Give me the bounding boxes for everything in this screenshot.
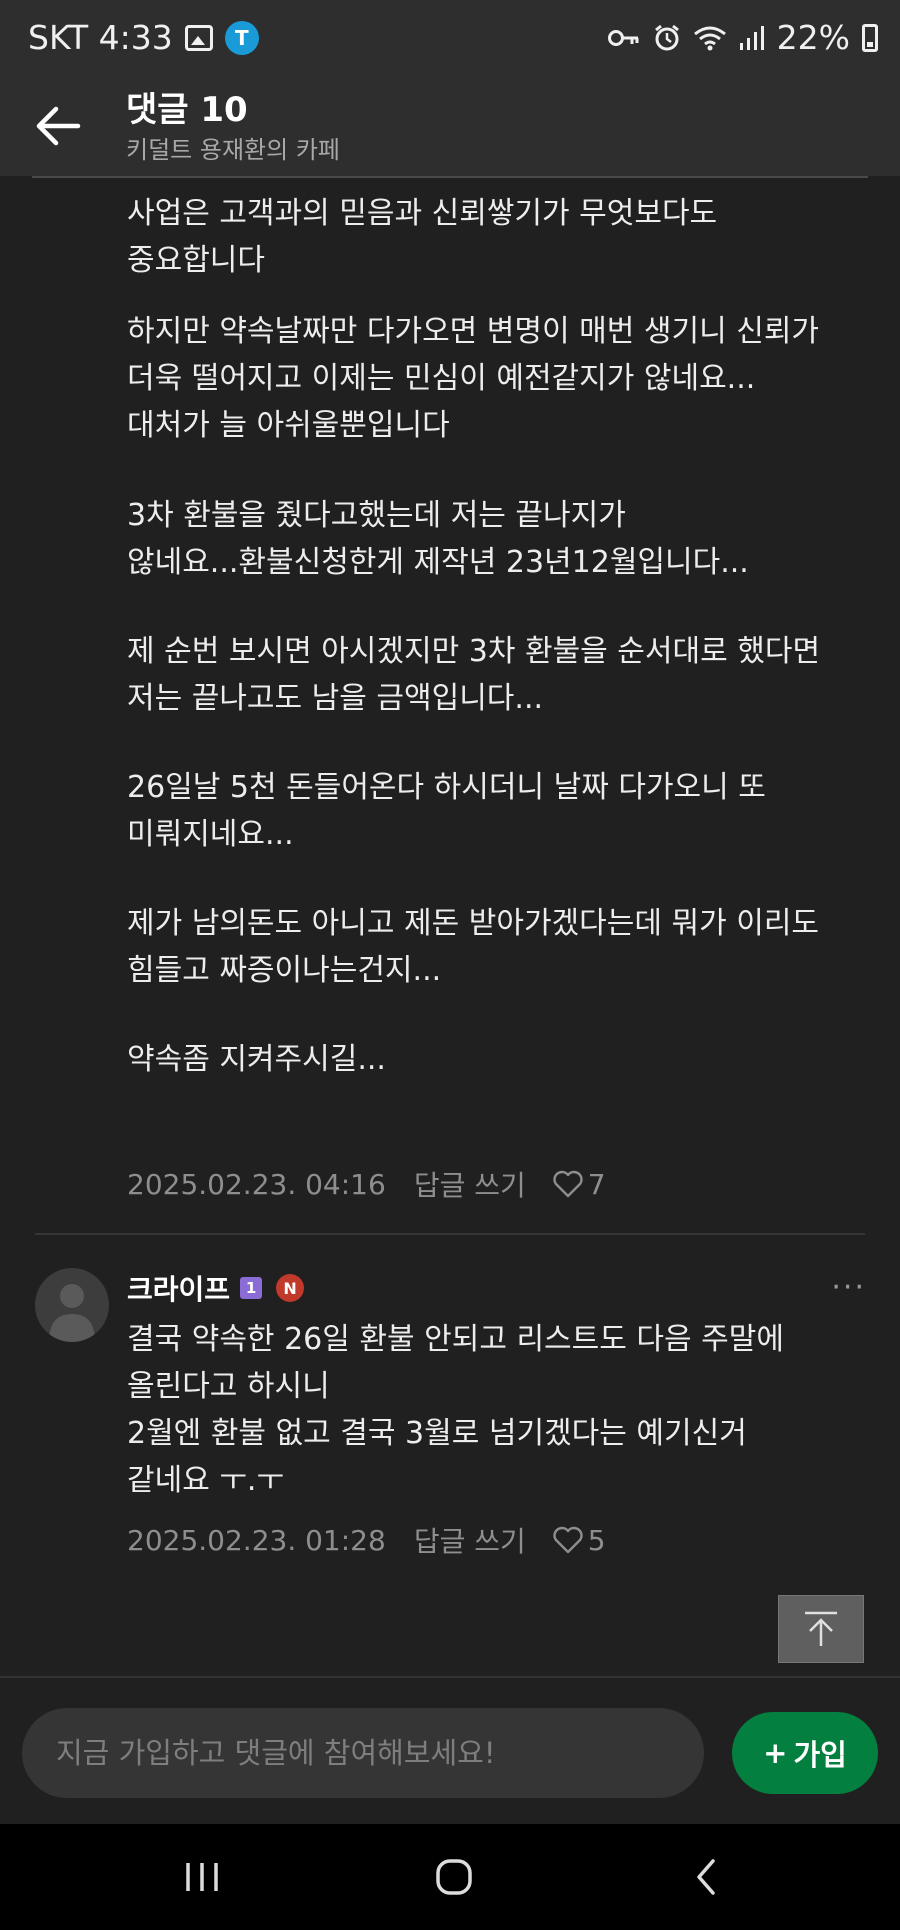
comment-paragraph: 결국 약속한 26일 환불 안되고 리스트도 다음 주말에 올린다고 하시니 2…: [127, 1322, 784, 1498]
battery-icon: [862, 23, 878, 52]
back-arrow-icon: [36, 106, 81, 146]
comment-author: 크라이프 1 N: [127, 1268, 305, 1308]
home-icon: [436, 1859, 472, 1895]
reply-button[interactable]: 답글 쓰기: [414, 1520, 526, 1560]
comment-paragraph: 26일날 5천 돈들어온다 하시더니 날짜 다가오니 또 미뤄지네요...: [127, 770, 766, 852]
home-button[interactable]: [424, 1854, 484, 1900]
like-button[interactable]: 7: [552, 1168, 606, 1201]
comment-paragraph: 사업은 고객과의 믿음과 신뢰쌓기가 무엇보다도 중요합니다: [127, 196, 718, 278]
comment-paragraph: 약속좀 지켜주시길...: [127, 1042, 386, 1077]
join-button[interactable]: + 가입: [732, 1712, 878, 1794]
reply-button[interactable]: 답글 쓰기: [414, 1164, 526, 1204]
recent-apps-icon: [186, 1863, 218, 1891]
like-button[interactable]: 5: [552, 1524, 606, 1557]
battery-percent: 22%: [776, 18, 850, 57]
level-badge: 1: [240, 1277, 263, 1299]
comment-body: 사업은 고객과의 믿음과 신뢰쌓기가 무엇보다도 중요합니다 하지만 약속날짜만…: [127, 190, 887, 1083]
back-nav-button[interactable]: [676, 1854, 736, 1900]
comment-input-bar: + 가입: [0, 1678, 900, 1824]
image-icon: [184, 24, 213, 51]
signal-icon: [739, 25, 764, 50]
comment-date: 2025.02.23. 04:16: [127, 1167, 386, 1201]
heart-icon: [553, 1526, 583, 1554]
join-label: 가입: [793, 1738, 847, 1772]
arrow-up-icon: [805, 1611, 837, 1646]
default-profile-icon: [49, 1284, 95, 1342]
top-app-bar: 댓글 10 키덜트 용재환의 카페: [0, 80, 900, 176]
like-count: 7: [587, 1167, 606, 1201]
comment-paragraph: 하지만 약속날짜만 다가오면 변명이 매번 생기니 신뢰가 더욱 떨어지고 이제…: [127, 314, 820, 443]
plus-icon: +: [763, 1736, 788, 1770]
comment-date: 2025.02.23. 01:28: [127, 1523, 386, 1557]
comment-divider: [35, 1233, 865, 1235]
carrier-time: SKT 4:33: [28, 18, 173, 57]
comment-paragraph: 제 순번 보시면 아시겠지만 3차 환불을 순서대로 했다면 저는 끝나고도 남…: [127, 634, 821, 716]
comment-body: 결국 약속한 26일 환불 안되고 리스트도 다음 주말에 올린다고 하시니 2…: [127, 1316, 887, 1504]
comment-meta: 2025.02.23. 01:28 답글 쓰기 5: [127, 1520, 606, 1560]
comment-paragraph: 3차 환불을 줬다고했는데 저는 끝나지가 않네요...환불신청한게 제작년 2…: [127, 498, 749, 580]
scroll-top-button[interactable]: [778, 1595, 864, 1663]
comment-paragraph: 제가 남의돈도 아니고 제돈 받아가겠다는데 뭐가 이리도 힘들고 짜증이나는건…: [127, 906, 820, 988]
page-title: 댓글 10: [126, 90, 248, 130]
recent-apps-button[interactable]: [172, 1854, 232, 1900]
status-bar: SKT 4:33 T 22%: [0, 0, 900, 80]
system-navigation-bar: [0, 1824, 900, 1930]
back-chevron-icon: [697, 1859, 715, 1895]
avatar[interactable]: [35, 1268, 109, 1342]
header-divider: [32, 176, 868, 178]
more-options-icon[interactable]: ···: [831, 1270, 866, 1305]
wifi-icon: [693, 26, 726, 50]
cafe-name: 키덜트 용재환의 카페: [126, 136, 340, 164]
alarm-icon: [654, 24, 679, 50]
app-icon: T: [224, 20, 259, 55]
like-count: 5: [587, 1523, 606, 1557]
comment-input[interactable]: [22, 1708, 704, 1798]
new-badge: N: [276, 1274, 305, 1302]
back-button[interactable]: [30, 96, 90, 156]
author-name[interactable]: 크라이프: [127, 1268, 230, 1308]
key-icon: [607, 29, 639, 46]
comment-meta: 2025.02.23. 04:16 답글 쓰기 7: [127, 1164, 606, 1204]
heart-icon: [553, 1170, 583, 1198]
